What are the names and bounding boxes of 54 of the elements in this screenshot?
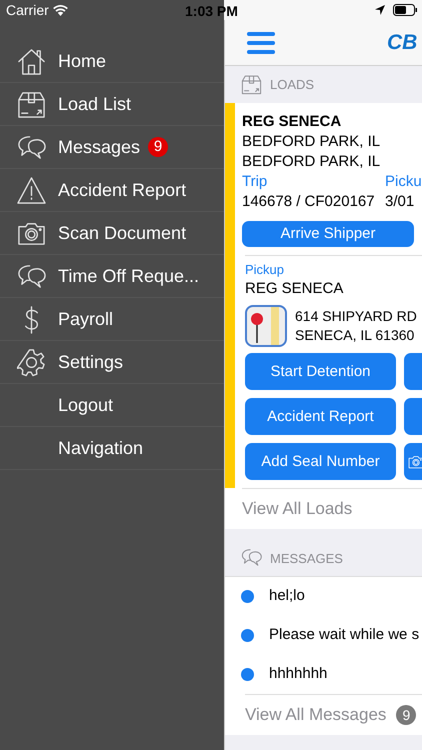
box-icon bbox=[241, 74, 262, 95]
message-row[interactable]: hhhhhhh bbox=[225, 655, 422, 694]
section-header: LOADS bbox=[270, 76, 314, 94]
message-count-badge: 9 bbox=[396, 705, 416, 725]
destination-text: BEDFORD PARK, IL bbox=[242, 152, 382, 172]
warning-icon bbox=[16, 176, 46, 204]
unread-count-badge: 9 bbox=[148, 137, 168, 157]
action-button[interactable]: Accident Report bbox=[245, 398, 396, 435]
menu-item-label: Accident Report bbox=[58, 178, 186, 202]
section-header: MESSAGES bbox=[270, 550, 343, 568]
menu-item[interactable]: Home bbox=[0, 40, 224, 83]
home-icon bbox=[16, 46, 46, 76]
message-text: Please wait while we s bbox=[269, 625, 420, 646]
message-row[interactable]: Please wait while we s bbox=[225, 616, 422, 655]
message-text: hhhhhhh bbox=[269, 664, 328, 684]
map-icon bbox=[245, 305, 287, 347]
menu-item[interactable]: Scan Document bbox=[0, 212, 224, 255]
wifi-icon bbox=[52, 4, 68, 16]
menu-item-label: Scan Document bbox=[58, 222, 186, 244]
origin-text: BEDFORD PARK, IL bbox=[242, 132, 382, 152]
address-line: SENECA, IL 61360 bbox=[295, 326, 416, 345]
location-arrow-icon bbox=[375, 5, 385, 15]
load-name: REG SENECA bbox=[242, 112, 342, 132]
chat-bubbles-icon bbox=[241, 547, 262, 568]
field-value: 146678 / CF020167 bbox=[242, 192, 376, 212]
menu-item-label: Navigation bbox=[58, 436, 144, 460]
arrive-shipper-button[interactable]: Arrive Shipper bbox=[242, 221, 414, 247]
menu-item[interactable]: Load List bbox=[0, 83, 224, 126]
battery-icon bbox=[393, 4, 418, 16]
message-text: hel;lo bbox=[269, 586, 305, 606]
box-icon bbox=[16, 90, 46, 118]
menu-item[interactable]: Settings bbox=[0, 341, 224, 384]
menu-item-label: Messages bbox=[58, 136, 140, 159]
action-button[interactable]: Start Detention bbox=[245, 353, 396, 390]
camera-icon bbox=[408, 454, 422, 470]
message-row[interactable]: hel;lo bbox=[225, 577, 422, 616]
stop-type-label: Pickup bbox=[245, 261, 286, 279]
company-logo: CB bbox=[387, 30, 418, 56]
address-line: 614 SHIPYARD RD bbox=[295, 307, 417, 326]
menu-item-label: Settings bbox=[58, 350, 124, 374]
field-label: Trip bbox=[242, 172, 268, 192]
field-label: Picku bbox=[385, 172, 422, 192]
menu-button[interactable] bbox=[247, 32, 275, 54]
menu-item-label: Home bbox=[58, 50, 106, 72]
gear-icon bbox=[16, 348, 46, 376]
menu-item-label: Load List bbox=[58, 92, 132, 116]
menu-item[interactable]: Messages 9 bbox=[0, 126, 224, 169]
carrier-label: Carrier bbox=[6, 0, 49, 20]
stop-name: REG SENECA bbox=[245, 279, 344, 299]
action-button[interactable]: Add Seal Number bbox=[245, 443, 396, 480]
field-value: 3/01 bbox=[385, 192, 416, 212]
menu-item-label: Payroll bbox=[58, 308, 114, 331]
menu-item-label: Logout bbox=[58, 394, 114, 417]
menu-item-label: Time Off Reque... bbox=[58, 264, 200, 288]
